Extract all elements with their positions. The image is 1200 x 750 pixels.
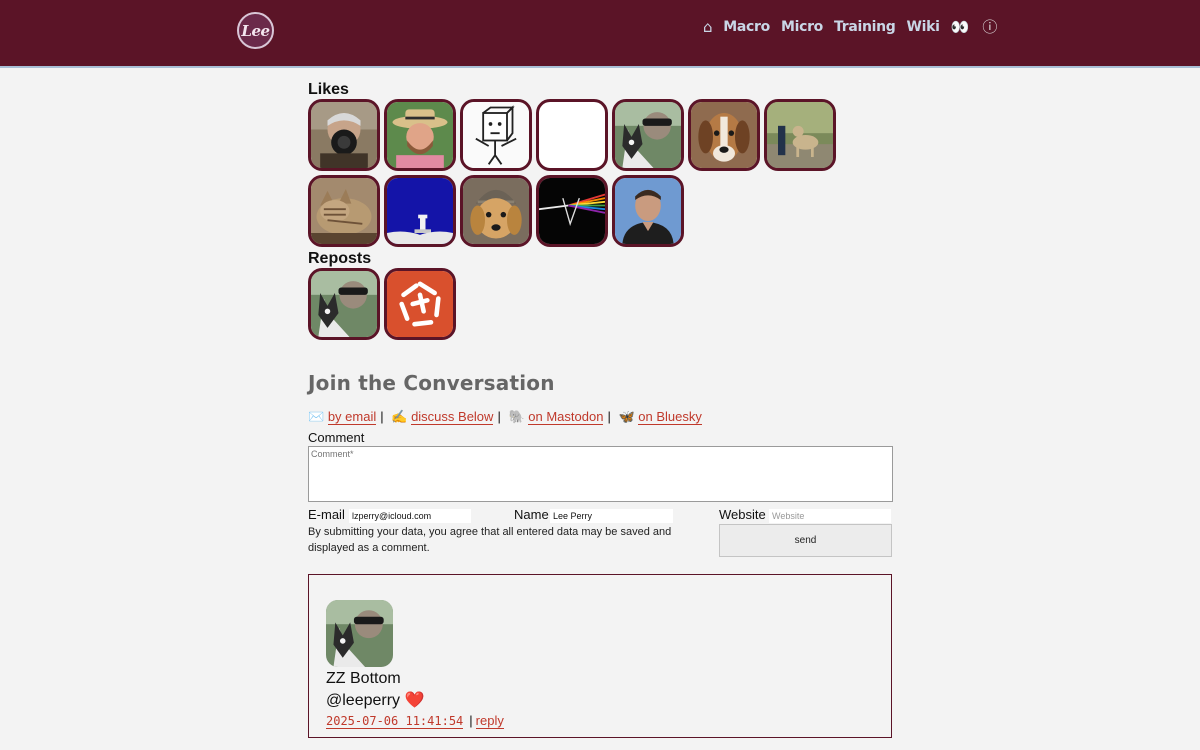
nav-micro[interactable]: Micro xyxy=(781,19,823,35)
discuss-below-link[interactable]: discuss Below xyxy=(411,409,494,425)
comment-handle-text: @leeperry xyxy=(326,692,401,709)
logo-text: Lee xyxy=(241,21,270,40)
like-avatar-man-portrait[interactable] xyxy=(612,175,684,247)
repost-avatar-red-spiral-logo[interactable] xyxy=(384,268,456,340)
consent-text: By submitting your data, you agree that … xyxy=(308,526,672,554)
nav-wiki[interactable]: Wiki xyxy=(907,19,940,35)
link-separator: | xyxy=(607,409,611,424)
comment-label: Comment xyxy=(308,430,365,445)
like-avatar-person-with-dog-selfie[interactable] xyxy=(612,99,684,171)
nav-training[interactable]: Training xyxy=(834,19,896,35)
contact-links: ✉️ by email | ✍️ discuss Below | 🐘 on Mast… xyxy=(308,409,702,425)
like-avatar-prism-album-art[interactable] xyxy=(536,175,608,247)
like-avatar-blue-pixel-scene[interactable] xyxy=(384,175,456,247)
like-avatar-dog-with-knit-hat[interactable] xyxy=(460,175,532,247)
meta-separator: | xyxy=(469,713,473,728)
send-button[interactable]: send xyxy=(719,524,892,557)
link-separator: | xyxy=(497,409,501,424)
comment-box xyxy=(308,446,893,502)
like-avatar-blank[interactable] xyxy=(536,99,608,171)
email-field[interactable] xyxy=(349,509,471,523)
envelope-icon: ✉️ xyxy=(308,409,325,424)
site-logo[interactable]: Lee xyxy=(237,12,274,49)
likes-title: Likes xyxy=(308,81,349,98)
comment-card: ZZ Bottom @leeperry ❤️ 2025-07-06 11:41:… xyxy=(308,574,892,738)
reply-link[interactable]: reply xyxy=(475,713,504,729)
email-label: E-mail xyxy=(308,507,345,522)
main-nav: ⌂ Macro Micro Training Wiki 👀 ⓘ xyxy=(700,16,997,37)
writing-hand-icon: ✍️ xyxy=(391,409,408,424)
like-avatar-dog-on-trail[interactable] xyxy=(764,99,836,171)
comment-meta: 2025-07-06 11:41:54 | reply xyxy=(326,713,504,729)
comment-date-link[interactable]: 2025-07-06 11:41:54 xyxy=(326,714,464,729)
by-email-link[interactable]: by email xyxy=(327,409,377,425)
reposts-title: Reposts xyxy=(308,250,372,267)
name-field[interactable] xyxy=(550,509,673,523)
eyes-icon[interactable]: 👀 xyxy=(951,18,970,36)
like-avatar-tabby-cat[interactable] xyxy=(308,175,380,247)
repost-avatar-person-with-dog-selfie[interactable] xyxy=(308,268,380,340)
join-conversation-title: Join the Conversation xyxy=(308,371,555,395)
comment-author-name: ZZ Bottom xyxy=(326,670,401,687)
comment-author-handle: @leeperry ❤️ xyxy=(326,690,424,710)
home-icon[interactable]: ⌂ xyxy=(703,18,713,36)
name-label: Name xyxy=(514,507,549,522)
comment-avatar[interactable] xyxy=(326,600,393,667)
link-separator: | xyxy=(380,409,384,424)
mastodon-link[interactable]: on Mastodon xyxy=(528,409,604,425)
butterfly-icon: 🦋 xyxy=(618,409,635,424)
bluesky-link[interactable]: on Bluesky xyxy=(638,409,702,425)
like-avatar-man-with-straw-hat[interactable] xyxy=(384,99,456,171)
website-label: Website xyxy=(719,507,766,522)
website-field[interactable] xyxy=(769,509,891,523)
like-avatar-person-with-camera[interactable] xyxy=(308,99,380,171)
site-header: Lee ⌂ Macro Micro Training Wiki 👀 ⓘ xyxy=(0,0,1200,68)
comment-textarea[interactable] xyxy=(309,447,892,501)
like-avatar-beagle-dog[interactable] xyxy=(688,99,760,171)
like-avatar-cartoon-box-character[interactable] xyxy=(460,99,532,171)
heart-icon: ❤️ xyxy=(404,692,425,709)
elephant-icon: 🐘 xyxy=(508,409,525,424)
info-icon[interactable]: ⓘ xyxy=(982,16,997,37)
nav-macro[interactable]: Macro xyxy=(723,19,770,35)
